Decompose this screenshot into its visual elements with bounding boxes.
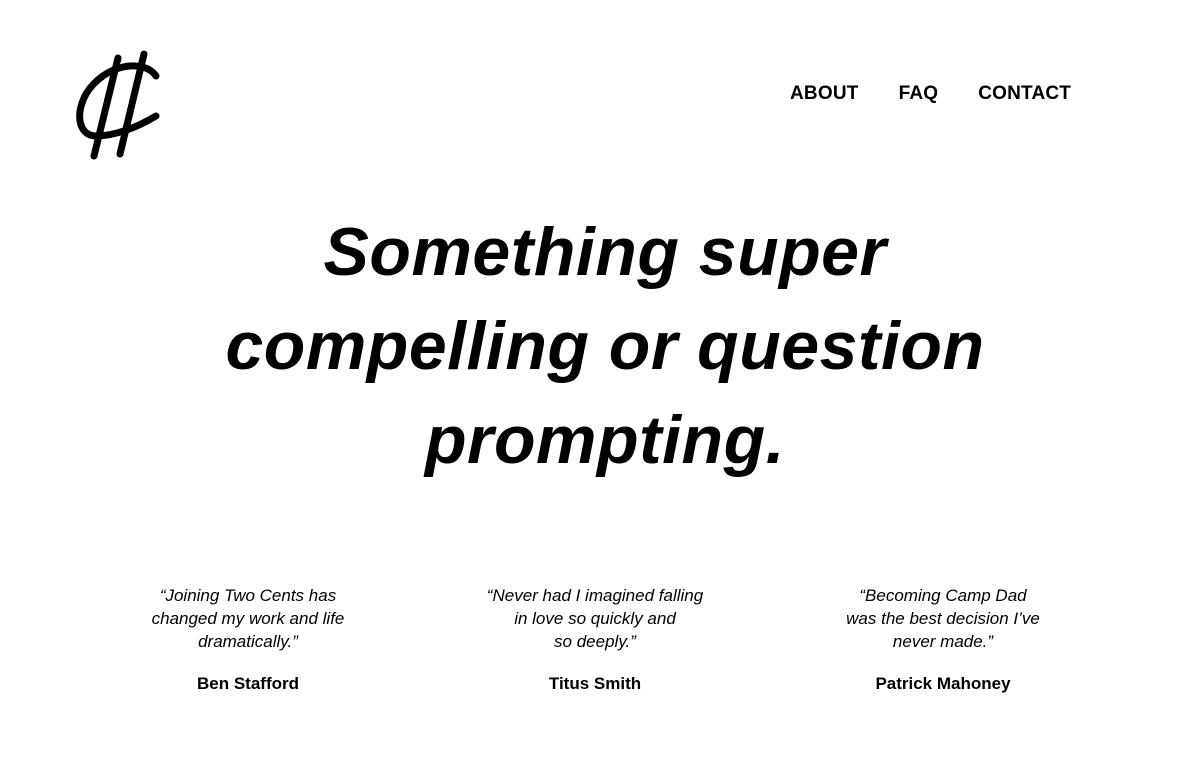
testimonial-author: Patrick Mahoney: [875, 674, 1011, 693]
nav-contact-link[interactable]: CONTACT: [978, 83, 1071, 105]
main-nav: ABOUT FAQ CONTACT: [790, 83, 1071, 105]
testimonial-quote: “Never had I imagined falling in love so…: [486, 586, 704, 651]
testimonial-card: “Joining Two Cents has changed my work a…: [113, 584, 383, 695]
testimonial-quote: “Joining Two Cents has changed my work a…: [151, 586, 345, 651]
testimonial-author: Ben Stafford: [197, 674, 299, 693]
testimonial-card: “Becoming Camp Dad was the best decision…: [808, 584, 1078, 695]
testimonial-author: Titus Smith: [548, 674, 642, 693]
testimonial-card: “Never had I imagined falling in love so…: [460, 584, 730, 695]
nav-about-link[interactable]: ABOUT: [790, 83, 859, 105]
hero-headline: Something super compelling or question p…: [225, 214, 985, 478]
testimonial-quote: “Becoming Camp Dad was the best decision…: [846, 586, 1040, 651]
cent-sign-logo-icon: [76, 50, 160, 160]
logo[interactable]: [74, 46, 166, 168]
testimonials-section: “Joining Two Cents has changed my work a…: [0, 584, 1190, 714]
nav-faq-link[interactable]: FAQ: [899, 83, 939, 105]
